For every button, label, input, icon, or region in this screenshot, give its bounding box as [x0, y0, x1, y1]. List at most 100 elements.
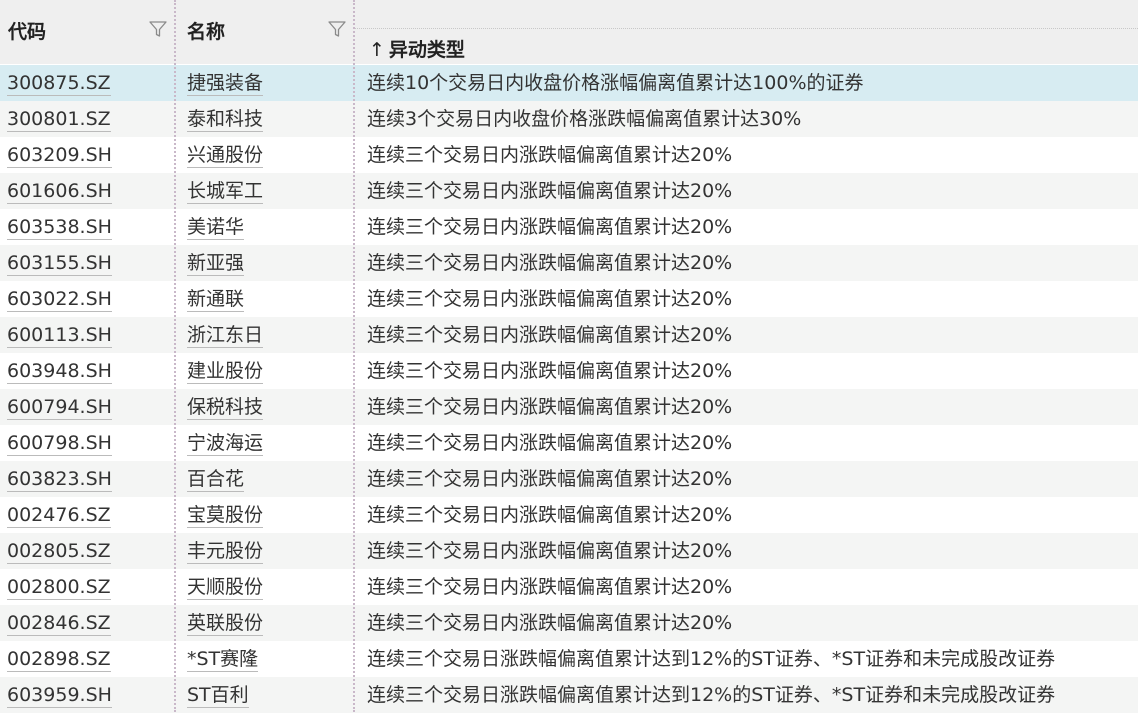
table-row[interactable]: 603209.SH 兴通股份 连续三个交易日内涨跌幅偏离值累计达20%: [0, 137, 1138, 173]
stock-name-link[interactable]: 新通联: [187, 288, 245, 312]
anomaly-type-cell: 连续3个交易日内收盘价格涨跌幅偏离值累计达30%: [367, 108, 802, 130]
anomaly-type-cell: 连续三个交易日内涨跌幅偏离值累计达20%: [367, 144, 733, 166]
table-row[interactable]: 600113.SH 浙江东日 连续三个交易日内涨跌幅偏离值累计达20%: [0, 317, 1138, 353]
code-cell: 603823.SH: [7, 461, 172, 497]
anomaly-type-cell: 连续三个交易日内涨跌幅偏离值累计达20%: [367, 216, 733, 238]
stock-name-link[interactable]: 建业股份: [187, 360, 264, 384]
table-body: 300875.SZ 捷强装备 连续10个交易日内收盘价格涨幅偏离值累计达100%的证…: [0, 65, 1138, 713]
name-cell: 建业股份: [187, 353, 351, 389]
stock-code-link[interactable]: 300875.SZ: [7, 72, 111, 96]
table-row[interactable]: 603155.SH 新亚强 连续三个交易日内涨跌幅偏离值累计达20%: [0, 245, 1138, 281]
stock-name-link[interactable]: 英联股份: [187, 612, 264, 636]
code-cell: 600794.SH: [7, 389, 172, 425]
table-row[interactable]: 603823.SH 百合花 连续三个交易日内涨跌幅偏离值累计达20%: [0, 461, 1138, 497]
code-cell: 300801.SZ: [7, 101, 172, 137]
stock-name-link[interactable]: 天顺股份: [187, 576, 264, 600]
name-cell: 泰和科技: [187, 101, 351, 137]
code-cell: 002476.SZ: [7, 497, 172, 533]
code-cell: 600798.SH: [7, 425, 172, 461]
stock-code-link[interactable]: 002898.SZ: [7, 648, 111, 672]
name-cell: 英联股份: [187, 605, 351, 641]
stock-name-link[interactable]: 美诺华: [187, 216, 245, 240]
table-row[interactable]: 603538.SH 美诺华 连续三个交易日内涨跌幅偏离值累计达20%: [0, 209, 1138, 245]
anomaly-type-cell: 连续三个交易日内涨跌幅偏离值累计达20%: [367, 252, 733, 274]
filter-icon[interactable]: [148, 19, 168, 39]
stock-code-link[interactable]: 600798.SH: [7, 432, 112, 456]
stock-code-link[interactable]: 600113.SH: [7, 324, 112, 348]
stock-code-link[interactable]: 601606.SH: [7, 180, 112, 204]
anomaly-type-cell: 连续三个交易日内涨跌幅偏离值累计达20%: [367, 540, 733, 562]
code-cell: 002898.SZ: [7, 641, 172, 677]
table-row[interactable]: 300875.SZ 捷强装备 连续10个交易日内收盘价格涨幅偏离值累计达100%的证…: [0, 65, 1138, 101]
stock-name-link[interactable]: 丰元股份: [187, 540, 264, 564]
column-header-code[interactable]: 代码: [0, 0, 174, 64]
table-row[interactable]: 002846.SZ 英联股份 连续三个交易日内涨跌幅偏离值累计达20%: [0, 605, 1138, 641]
stock-name-link[interactable]: 长城军工: [187, 180, 264, 204]
column-header-type[interactable]: ↑ 异动类型: [355, 0, 1138, 64]
anomaly-type-cell: 连续三个交易日内涨跌幅偏离值累计达20%: [367, 396, 733, 418]
name-cell: *ST赛隆: [187, 641, 351, 677]
column-header-name[interactable]: 名称: [175, 0, 353, 64]
stock-code-link[interactable]: 300801.SZ: [7, 108, 111, 132]
anomaly-type-cell: 连续三个交易日内涨跌幅偏离值累计达20%: [367, 180, 733, 202]
name-cell: 浙江东日: [187, 317, 351, 353]
stock-code-link[interactable]: 002800.SZ: [7, 576, 111, 600]
table-row[interactable]: 603959.SH ST百利 连续三个交易日涨跌幅偏离值累计达到12%的ST证券、*…: [0, 677, 1138, 713]
name-cell: 宁波海运: [187, 425, 351, 461]
stock-code-link[interactable]: 603538.SH: [7, 216, 112, 240]
code-cell: 002805.SZ: [7, 533, 172, 569]
column-header-code-label: 代码: [8, 21, 47, 43]
header-divider: [355, 28, 1138, 29]
stock-code-link[interactable]: 603209.SH: [7, 144, 112, 168]
anomaly-type-cell: 连续三个交易日内涨跌幅偏离值累计达20%: [367, 576, 733, 598]
stock-code-link[interactable]: 002476.SZ: [7, 504, 111, 528]
stock-name-link[interactable]: 新亚强: [187, 252, 245, 276]
code-cell: 601606.SH: [7, 173, 172, 209]
stock-code-link[interactable]: 603959.SH: [7, 684, 112, 708]
code-cell: 600113.SH: [7, 317, 172, 353]
sort-ascending-icon[interactable]: ↑: [369, 39, 385, 61]
stock-code-link[interactable]: 603948.SH: [7, 360, 112, 384]
table-row[interactable]: 603948.SH 建业股份 连续三个交易日内涨跌幅偏离值累计达20%: [0, 353, 1138, 389]
anomaly-type-cell: 连续三个交易日内涨跌幅偏离值累计达20%: [367, 288, 733, 310]
table-row[interactable]: 002800.SZ 天顺股份 连续三个交易日内涨跌幅偏离值累计达20%: [0, 569, 1138, 605]
table-row[interactable]: 600798.SH 宁波海运 连续三个交易日内涨跌幅偏离值累计达20%: [0, 425, 1138, 461]
code-cell: 002800.SZ: [7, 569, 172, 605]
anomaly-type-cell: 连续三个交易日内涨跌幅偏离值累计达20%: [367, 612, 733, 634]
name-cell: 新通联: [187, 281, 351, 317]
filter-icon[interactable]: [327, 19, 347, 39]
stock-code-link[interactable]: 603022.SH: [7, 288, 112, 312]
name-cell: 美诺华: [187, 209, 351, 245]
code-cell: 603538.SH: [7, 209, 172, 245]
table-row[interactable]: 002805.SZ 丰元股份 连续三个交易日内涨跌幅偏离值累计达20%: [0, 533, 1138, 569]
stock-name-link[interactable]: 捷强装备: [187, 72, 264, 96]
anomaly-type-cell: 连续三个交易日涨跌幅偏离值累计达到12%的ST证券、*ST证券和未完成股改证券: [367, 684, 1056, 706]
stock-name-link[interactable]: ST百利: [187, 684, 249, 708]
table-row[interactable]: 600794.SH 保税科技 连续三个交易日内涨跌幅偏离值累计达20%: [0, 389, 1138, 425]
stock-name-link[interactable]: *ST赛隆: [187, 648, 259, 672]
stock-name-link[interactable]: 百合花: [187, 468, 245, 492]
name-cell: 丰元股份: [187, 533, 351, 569]
stock-code-link[interactable]: 603155.SH: [7, 252, 112, 276]
name-cell: 宝莫股份: [187, 497, 351, 533]
stock-name-link[interactable]: 兴通股份: [187, 144, 264, 168]
table-header: 代码 名称 ↑ 异动类型: [0, 0, 1138, 64]
code-cell: 002846.SZ: [7, 605, 172, 641]
stock-name-link[interactable]: 泰和科技: [187, 108, 264, 132]
table-row[interactable]: 300801.SZ 泰和科技 连续3个交易日内收盘价格涨跌幅偏离值累计达30%: [0, 101, 1138, 137]
stock-name-link[interactable]: 保税科技: [187, 396, 264, 420]
column-resize-handle[interactable]: [353, 0, 355, 712]
stock-name-link[interactable]: 浙江东日: [187, 324, 264, 348]
stock-name-link[interactable]: 宁波海运: [187, 432, 264, 456]
stock-code-link[interactable]: 603823.SH: [7, 468, 112, 492]
table-row[interactable]: 603022.SH 新通联 连续三个交易日内涨跌幅偏离值累计达20%: [0, 281, 1138, 317]
stock-code-link[interactable]: 600794.SH: [7, 396, 112, 420]
stock-code-link[interactable]: 002846.SZ: [7, 612, 111, 636]
code-cell: 300875.SZ: [7, 65, 172, 101]
table-row[interactable]: 002476.SZ 宝莫股份 连续三个交易日内涨跌幅偏离值累计达20%: [0, 497, 1138, 533]
table-row[interactable]: 002898.SZ *ST赛隆 连续三个交易日涨跌幅偏离值累计达到12%的ST证券、…: [0, 641, 1138, 677]
table-row[interactable]: 601606.SH 长城军工 连续三个交易日内涨跌幅偏离值累计达20%: [0, 173, 1138, 209]
column-resize-handle[interactable]: [174, 0, 176, 712]
stock-name-link[interactable]: 宝莫股份: [187, 504, 264, 528]
stock-code-link[interactable]: 002805.SZ: [7, 540, 111, 564]
